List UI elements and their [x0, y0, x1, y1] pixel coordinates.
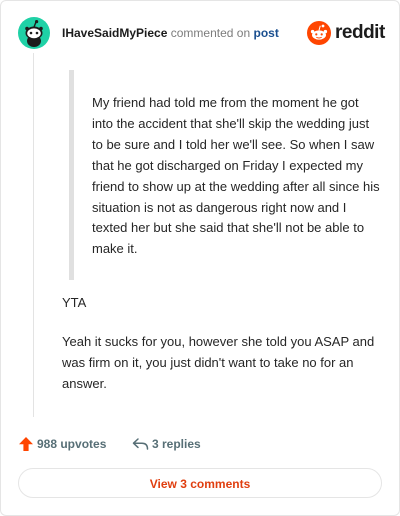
view-comments-button[interactable]: View 3 comments — [18, 468, 382, 498]
avatar-icon[interactable] — [18, 17, 50, 49]
thread-line — [33, 53, 34, 417]
post-link[interactable]: post — [253, 26, 278, 40]
replies-link[interactable]: 3 replies — [152, 437, 201, 451]
comment-card: IHaveSaidMyPiece commented on post reddi… — [0, 0, 400, 516]
quote-block: My friend had told me from the moment he… — [69, 70, 380, 280]
byline: IHaveSaidMyPiece commented on post — [62, 26, 279, 40]
verdict-text: YTA — [62, 295, 87, 310]
comment-actions: 988 upvotes 3 replies — [18, 434, 385, 454]
reply-arrow-icon[interactable] — [132, 436, 149, 452]
quote-text: My friend had told me from the moment he… — [92, 95, 380, 257]
commented-on-text: commented on — [170, 26, 251, 40]
upvote-arrow-icon[interactable] — [18, 436, 34, 452]
comment-body: Yeah it sucks for you, however she told … — [62, 334, 375, 391]
reddit-wordmark: reddit — [335, 22, 385, 43]
reddit-brand[interactable]: reddit — [307, 21, 385, 45]
username-link[interactable]: IHaveSaidMyPiece — [62, 26, 167, 40]
comment-header: IHaveSaidMyPiece commented on post reddi… — [18, 17, 385, 49]
reddit-logo-icon — [307, 21, 331, 45]
upvote-count: 988 upvotes — [37, 437, 107, 451]
